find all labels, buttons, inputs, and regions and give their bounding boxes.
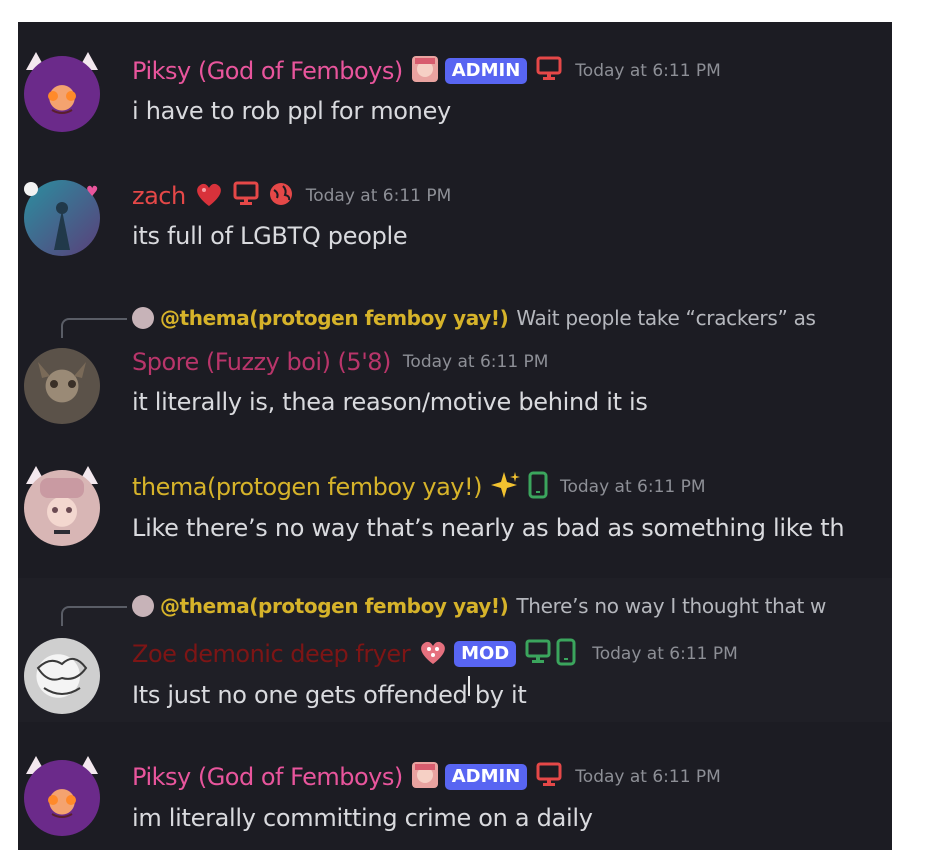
reply-preview[interactable]: @thema(protogen femboy yay!) There’s no … — [132, 592, 826, 620]
message-text: Like there’s no way that’s nearly as bad… — [132, 514, 845, 542]
chat-panel: Piksy (God of Femboys) ADMIN Today at 6:… — [18, 22, 892, 850]
message-item[interactable]: @thema(protogen femboy yay!) Wait people… — [18, 292, 892, 432]
desktop-icon — [535, 56, 563, 86]
reply-spine — [61, 606, 127, 626]
heart-decoration-icon: ♥ — [86, 184, 99, 200]
message-text: its full of LGBTQ people — [132, 222, 408, 250]
username[interactable]: Piksy (God of Femboys) — [132, 763, 403, 791]
message-header: Piksy (God of Femboys) ADMIN Today at 6:… — [132, 760, 721, 794]
message-header: Spore (Fuzzy boi) (5'8) Today at 6:11 PM — [132, 345, 548, 379]
message-text: im literally committing crime on a daily — [132, 804, 593, 832]
desktop-icon — [232, 181, 260, 211]
message-header: zach Today at 6:11 PM — [132, 179, 451, 213]
skull-decoration-icon — [24, 182, 38, 196]
avatar[interactable] — [24, 348, 100, 424]
heart-icon — [194, 180, 224, 212]
message-header: Piksy (God of Femboys) ADMIN Today at 6:… — [132, 54, 721, 88]
avatar[interactable] — [24, 638, 100, 714]
desktop-icon — [535, 762, 563, 792]
reply-avatar — [132, 307, 154, 329]
message-text: it literally is, thea reason/motive behi… — [132, 388, 648, 416]
anime-avatar-icon — [411, 761, 439, 793]
username[interactable]: zach — [132, 182, 186, 210]
message-item[interactable]: @thema(protogen femboy yay!) There’s no … — [18, 578, 892, 722]
message-header: Zoe demonic deep fryer MOD Today at 6:11… — [132, 637, 738, 671]
reply-spine — [61, 318, 127, 338]
mobile-icon — [528, 471, 548, 503]
avatar[interactable] — [24, 760, 100, 836]
timestamp: Today at 6:11 PM — [305, 186, 452, 206]
admin-badge: ADMIN — [444, 58, 528, 84]
heart-gem-icon — [418, 638, 448, 670]
message-item[interactable]: ♥ zach Today at 6:11 PM its full of LGBT… — [18, 162, 892, 272]
text-cursor — [468, 676, 470, 696]
sparkle-icon — [490, 470, 520, 504]
reply-username[interactable]: @thema(protogen femboy yay!) — [160, 594, 509, 618]
message-item[interactable]: thema(protogen femboy yay!) Today at 6:1… — [18, 452, 892, 572]
timestamp: Today at 6:11 PM — [575, 767, 721, 787]
reply-text: There’s no way I thought that w — [516, 594, 827, 618]
message-item[interactable]: Piksy (God of Femboys) ADMIN Today at 6:… — [18, 738, 892, 850]
reply-avatar — [132, 595, 154, 617]
reply-text: Wait people take “crackers” as — [516, 306, 816, 330]
username[interactable]: Spore (Fuzzy boi) (5'8) — [132, 348, 391, 376]
timestamp: Today at 6:11 PM — [402, 352, 549, 372]
timestamp: Today at 6:11 PM — [592, 644, 738, 664]
reply-username[interactable]: @thema(protogen femboy yay!) — [160, 306, 509, 330]
desktop-icon — [524, 639, 552, 669]
username[interactable]: Piksy (God of Femboys) — [132, 57, 403, 85]
message-header: thema(protogen femboy yay!) Today at 6:1… — [132, 470, 706, 504]
admin-badge: ADMIN — [444, 764, 528, 790]
timestamp: Today at 6:11 PM — [559, 477, 706, 497]
reply-preview[interactable]: @thema(protogen femboy yay!) Wait people… — [132, 304, 816, 332]
timestamp: Today at 6:11 PM — [575, 61, 721, 81]
avatar[interactable] — [24, 470, 100, 546]
anime-avatar-icon — [411, 55, 439, 87]
globe-icon — [268, 181, 294, 211]
avatar[interactable] — [24, 56, 100, 132]
message-item[interactable]: Piksy (God of Femboys) ADMIN Today at 6:… — [18, 22, 892, 142]
username[interactable]: thema(protogen femboy yay!) — [132, 473, 482, 501]
mod-badge: MOD — [454, 641, 517, 667]
mobile-icon — [556, 638, 576, 670]
username[interactable]: Zoe demonic deep fryer — [132, 640, 411, 668]
message-text: i have to rob ppl for money — [132, 97, 451, 125]
